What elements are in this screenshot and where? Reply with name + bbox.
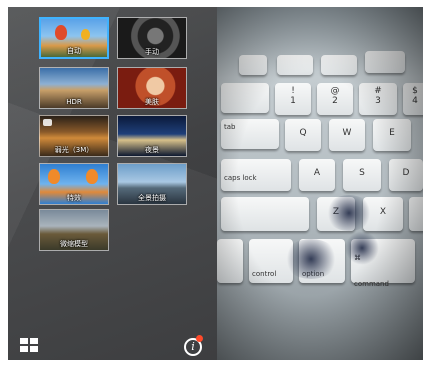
key-label: 1 bbox=[290, 96, 296, 106]
keyboard-key bbox=[217, 239, 243, 283]
keyboard-key: S bbox=[343, 159, 381, 191]
mode-label: 夜景 bbox=[145, 146, 159, 154]
info-glyph: i bbox=[191, 340, 195, 353]
ink-smudge bbox=[345, 231, 379, 265]
balloon-icon bbox=[86, 169, 98, 184]
key-label: ! bbox=[291, 86, 295, 96]
keyboard-key bbox=[277, 55, 313, 75]
keyboard-key: tab bbox=[221, 119, 279, 149]
key-label: caps lock bbox=[224, 174, 257, 182]
mode-label: 美肤 bbox=[145, 98, 159, 106]
grid-cell bbox=[20, 346, 28, 352]
balloon-icon bbox=[55, 25, 67, 40]
keyboard-key bbox=[365, 51, 405, 73]
mode-label: HDR bbox=[66, 98, 82, 106]
grid-view-icon[interactable] bbox=[20, 338, 38, 352]
mode-tile-tiltshift[interactable]: 微缩模型 bbox=[39, 209, 109, 251]
mode-tile-beauty[interactable]: 美肤 bbox=[117, 67, 187, 109]
mode-tile-panorama[interactable]: 全景拍摄 bbox=[117, 163, 187, 205]
key-label: @ bbox=[330, 86, 340, 96]
key-label: 3 bbox=[375, 96, 381, 106]
camera-screen: 自动 手动 HDR 美肤 弱光（3M） 夜景 特效 全景拍摄 微缩模型 i ! … bbox=[8, 7, 423, 360]
mode-tile-hdr[interactable]: HDR bbox=[39, 67, 109, 109]
mode-label: 自动 bbox=[67, 47, 81, 55]
keyboard-key: A bbox=[299, 159, 335, 191]
keyboard-key: @2 bbox=[317, 83, 353, 115]
mode-tile-auto[interactable]: 自动 bbox=[39, 17, 109, 59]
key-label: Q bbox=[299, 128, 307, 138]
keyboard-key: Q bbox=[285, 119, 321, 151]
key-label: S bbox=[359, 168, 365, 178]
key-label: E bbox=[389, 128, 395, 138]
key-label: 2 bbox=[332, 96, 338, 106]
mode-label: 微缩模型 bbox=[60, 240, 88, 248]
keyboard-key: caps lock bbox=[221, 159, 291, 191]
key-label: $ bbox=[412, 86, 418, 96]
mode-label: 手动 bbox=[145, 48, 159, 56]
grid-cell bbox=[20, 338, 28, 344]
mode-tile-night[interactable]: 夜景 bbox=[117, 115, 187, 157]
key-label: command bbox=[354, 280, 389, 288]
balloon-icon bbox=[48, 169, 60, 184]
mode-label: 弱光（3M） bbox=[54, 146, 94, 154]
key-label: X bbox=[379, 207, 387, 217]
ink-smudge bbox=[283, 239, 339, 279]
key-label: tab bbox=[224, 123, 236, 131]
mode-label: 特效 bbox=[67, 194, 81, 202]
keyboard-key: D bbox=[389, 159, 423, 191]
keyboard-key: E bbox=[373, 119, 411, 151]
key-label: control bbox=[252, 270, 277, 278]
key-label: 4 bbox=[412, 96, 418, 106]
key-label: D bbox=[402, 168, 410, 178]
camera-badge-icon bbox=[43, 119, 52, 126]
key-label: W bbox=[342, 128, 352, 138]
keyboard-key bbox=[221, 83, 269, 113]
mode-tile-effect[interactable]: 特效 bbox=[39, 163, 109, 205]
camera-viewfinder[interactable]: !1 @2 #3 $4 tab Q W E caps lock A S D Z … bbox=[217, 7, 423, 360]
mode-grid: 自动 手动 HDR 美肤 弱光（3M） 夜景 特效 全景拍摄 微缩模型 bbox=[8, 7, 217, 267]
ink-smudge bbox=[325, 195, 373, 231]
balloon-icon bbox=[81, 29, 90, 40]
mode-tile-lowlight[interactable]: 弱光（3M） bbox=[39, 115, 109, 157]
mode-tile-manual[interactable]: 手动 bbox=[117, 17, 187, 59]
keyboard-key: ! 1 bbox=[275, 83, 311, 115]
mode-label: 全景拍摄 bbox=[138, 194, 166, 202]
keyboard-key bbox=[221, 197, 309, 231]
key-label: A bbox=[313, 168, 321, 178]
grid-cell bbox=[30, 346, 38, 352]
keyboard-key bbox=[409, 197, 423, 231]
grid-cell bbox=[30, 338, 38, 344]
keyboard-key: W bbox=[329, 119, 365, 151]
keyboard-key bbox=[321, 55, 357, 75]
shooting-mode-panel: 自动 手动 HDR 美肤 弱光（3M） 夜景 特效 全景拍摄 微缩模型 i bbox=[8, 7, 217, 360]
keyboard-key bbox=[239, 55, 267, 75]
notification-badge bbox=[196, 335, 203, 342]
key-label: # bbox=[374, 86, 382, 96]
keyboard-key: $4 bbox=[403, 83, 423, 115]
keyboard-key: #3 bbox=[359, 83, 397, 115]
